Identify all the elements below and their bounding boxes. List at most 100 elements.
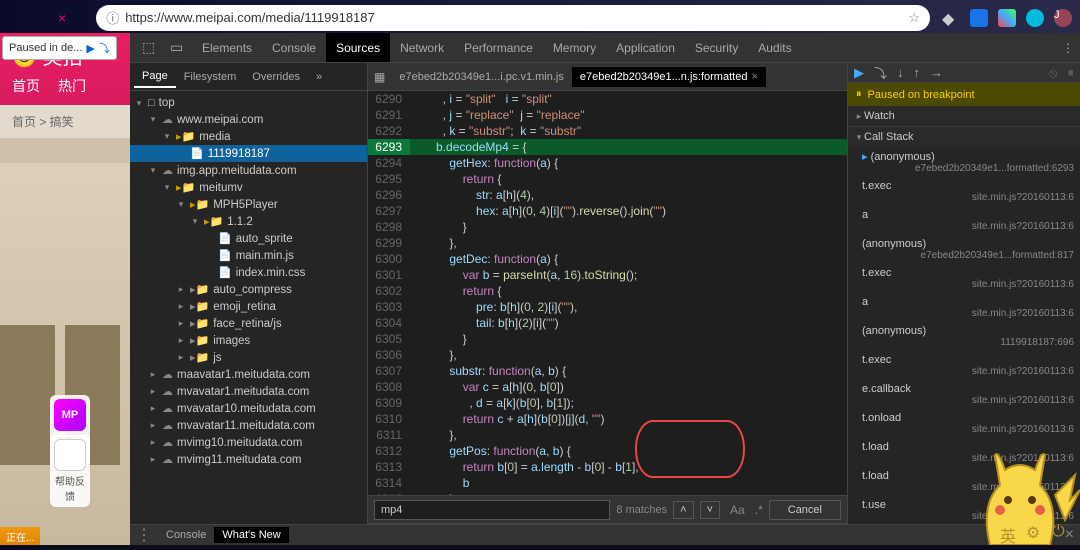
- callstack-frame[interactable]: e.callbacksite.min.js?20160113:6: [848, 380, 1080, 409]
- callstack-frame[interactable]: t.execsite.min.js?20160113:6: [848, 264, 1080, 293]
- devtools-tab-security[interactable]: Security: [685, 33, 748, 62]
- editor-tab[interactable]: e7ebed2b20349e1...i.pc.v1.min.js: [391, 67, 572, 87]
- devtools-tab-application[interactable]: Application: [606, 33, 685, 62]
- editor-tab[interactable]: e7ebed2b20349e1...n.js:formatted×: [572, 67, 766, 87]
- address-bar[interactable]: ⓘ https://www.meipai.com/media/111991818…: [96, 5, 930, 31]
- find-next-button[interactable]: ˅: [700, 501, 720, 519]
- step-into-icon[interactable]: ↓: [897, 65, 904, 80]
- tree-node[interactable]: ▸▸📁js: [130, 349, 367, 366]
- tree-node[interactable]: ▾□top: [130, 95, 367, 111]
- extension-icon[interactable]: [998, 9, 1016, 27]
- step-icon[interactable]: →: [930, 65, 943, 80]
- tree-node[interactable]: ▸☁mvavatar1.meitudata.com: [130, 383, 367, 400]
- callstack-frame[interactable]: (anonymous)1119918187:696: [848, 322, 1080, 351]
- more-icon[interactable]: ⋮: [1062, 41, 1074, 55]
- nav-home[interactable]: 首页: [12, 76, 40, 96]
- find-prev-button[interactable]: ˄: [673, 501, 693, 519]
- mascot-gear-icon[interactable]: ⚙: [1026, 523, 1044, 541]
- callstack-section[interactable]: ▾Call Stack: [848, 127, 1080, 147]
- step-icon[interactable]: ⤵: [99, 40, 110, 56]
- callstack-frame[interactable]: t.loadsite.min.js?20160113:6: [848, 467, 1080, 496]
- tree-node[interactable]: ▾☁img.app.meitudata.com: [130, 162, 367, 179]
- tree-node[interactable]: ▾▸📁1.1.2: [130, 213, 367, 230]
- tree-node[interactable]: ▸▸📁auto_compress: [130, 281, 367, 298]
- sources-subtab-overrides[interactable]: Overrides: [244, 67, 308, 87]
- code-area[interactable]: 6290 , i = "split" i = "split"6291 , j =…: [368, 91, 847, 495]
- star-icon[interactable]: ☆: [908, 10, 920, 26]
- callstack-frame[interactable]: t.loadsite.min.js?20160113:6: [848, 438, 1080, 467]
- tree-node[interactable]: ▾▸📁media: [130, 128, 367, 145]
- regex-icon[interactable]: .*: [755, 503, 763, 517]
- devtools-tab-audits[interactable]: Audits: [748, 33, 801, 62]
- step-over-icon[interactable]: ⤵: [874, 63, 887, 82]
- find-input[interactable]: [374, 500, 610, 520]
- breadcrumb[interactable]: 首页 > 搞笑: [0, 105, 130, 138]
- devtools-tab-elements[interactable]: Elements: [192, 33, 262, 62]
- more-icon[interactable]: »: [308, 67, 330, 87]
- feedback-button[interactable]: 帮助反馈: [50, 435, 90, 507]
- tab-close-icon[interactable]: ×: [58, 10, 66, 26]
- extension-icon[interactable]: [1026, 9, 1044, 27]
- sources-subtab-filesystem[interactable]: Filesystem: [176, 67, 245, 87]
- callstack-frame[interactable]: (anonymous)e7ebed2b20349e1...formatted:6…: [848, 147, 1080, 177]
- inspect-icon[interactable]: ⬚: [142, 39, 158, 56]
- tree-node[interactable]: 📄1119918187: [130, 145, 367, 162]
- debugger-panel: ▶ ⤵ ↓ ↑ → ⦸ ⏸ ⏸ Paused on breakpoint ▸Wa…: [848, 63, 1080, 545]
- tree-node[interactable]: ▾☁www.meipai.com: [130, 111, 367, 128]
- tree-node[interactable]: ▸☁mvavatar11.meitudata.com: [130, 417, 367, 434]
- drawer-tab-console[interactable]: Console: [158, 527, 214, 543]
- tab-list-icon[interactable]: ▦: [368, 70, 391, 84]
- tree-node[interactable]: ▸☁mvimg10.meitudata.com: [130, 434, 367, 451]
- tree-node[interactable]: ▸▸📁emoji_retina: [130, 298, 367, 315]
- tree-node[interactable]: ▾▸📁meitumv: [130, 179, 367, 196]
- devtools-tab-network[interactable]: Network: [390, 33, 454, 62]
- tree-node[interactable]: ▸☁mvavatar10.meitudata.com: [130, 400, 367, 417]
- extension-icon[interactable]: ◆: [942, 9, 960, 27]
- device-icon[interactable]: ▭: [170, 39, 186, 56]
- callstack-frame[interactable]: t.execsite.min.js?20160113:6: [848, 351, 1080, 380]
- tree-node[interactable]: ▸☁maavatar1.meitudata.com: [130, 366, 367, 383]
- callstack-frame[interactable]: (anonymous)e7ebed2b20349e1...formatted:8…: [848, 235, 1080, 264]
- step-out-icon[interactable]: ↑: [914, 65, 921, 80]
- file-tree[interactable]: ▾□top▾☁www.meipai.com▾▸📁media📄1119918187…: [130, 91, 367, 545]
- close-icon[interactable]: ×: [751, 71, 757, 83]
- find-cancel-button[interactable]: Cancel: [769, 500, 841, 520]
- paused-overlay[interactable]: Paused in de... ▶ ⤵: [2, 36, 117, 60]
- video-content: [0, 325, 55, 465]
- tree-node[interactable]: 📄main.min.js: [130, 247, 367, 264]
- deactivate-breakpoints-icon[interactable]: ⦸: [1049, 65, 1057, 81]
- profile-avatar[interactable]: J: [1054, 9, 1072, 27]
- devtools-tab-console[interactable]: Console: [262, 33, 326, 62]
- mascot-lang-icon[interactable]: 英: [1000, 523, 1018, 541]
- drawer-tab-whatsnew[interactable]: What's New: [214, 527, 288, 543]
- callstack-frame[interactable]: asite.min.js?20160113:6: [848, 293, 1080, 322]
- tree-node[interactable]: ▸☁mvimg11.meitudata.com: [130, 451, 367, 468]
- browser-bar: × ⓘ https://www.meipai.com/media/1119918…: [0, 0, 1080, 35]
- extension-icon[interactable]: [970, 9, 988, 27]
- page-background: 🙂 美拍 首页 热门 首页 > 搞笑 MP 下载美拍 帮助反馈 正在...: [0, 33, 130, 545]
- nav-hot[interactable]: 热门: [58, 76, 86, 96]
- tree-node[interactable]: 📄index.min.css: [130, 264, 367, 281]
- resume-icon[interactable]: ▶: [854, 65, 864, 81]
- match-case-icon[interactable]: Aa: [730, 503, 745, 517]
- code-editor: ▦ e7ebed2b20349e1...i.pc.v1.min.jse7ebed…: [368, 63, 848, 545]
- url-text: https://www.meipai.com/media/1119918187: [125, 10, 908, 25]
- resume-icon[interactable]: ▶: [86, 42, 94, 55]
- pause-exceptions-icon[interactable]: ⏸: [1068, 65, 1075, 81]
- tree-node[interactable]: ▾▸📁MPH5Player: [130, 196, 367, 213]
- paused-message: ⏸ Paused on breakpoint: [848, 83, 1080, 106]
- devtools-tab-performance[interactable]: Performance: [454, 33, 543, 62]
- drawer-menu-icon[interactable]: ⋮: [136, 525, 152, 545]
- tree-node[interactable]: ▸▸📁images: [130, 332, 367, 349]
- mascot-power-icon[interactable]: ⏻: [1052, 523, 1070, 541]
- watch-section[interactable]: ▸Watch: [848, 106, 1080, 126]
- devtools-tab-memory[interactable]: Memory: [543, 33, 606, 62]
- callstack-frame[interactable]: t.usesite.min.js?20160113:6: [848, 496, 1080, 525]
- callstack-frame[interactable]: asite.min.js?20160113:6: [848, 206, 1080, 235]
- sources-subtab-page[interactable]: Page: [134, 66, 176, 88]
- tree-node[interactable]: 📄auto_sprite: [130, 230, 367, 247]
- tree-node[interactable]: ▸▸📁face_retina/js: [130, 315, 367, 332]
- callstack-frame[interactable]: t.onloadsite.min.js?20160113:6: [848, 409, 1080, 438]
- callstack-frame[interactable]: t.execsite.min.js?20160113:6: [848, 177, 1080, 206]
- devtools-tab-sources[interactable]: Sources: [326, 33, 390, 62]
